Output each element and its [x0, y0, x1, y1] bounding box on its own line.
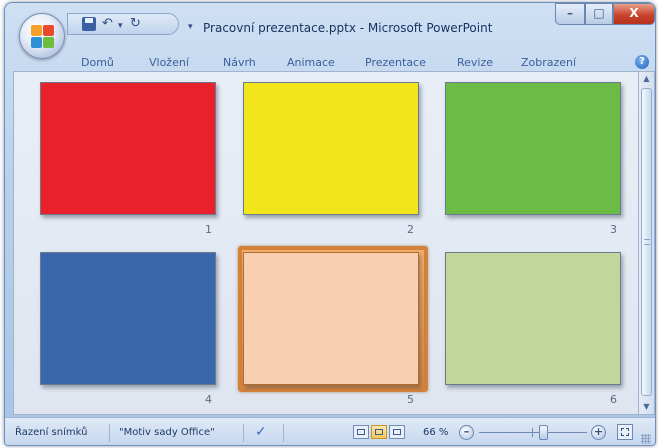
ribbon-tabs: Domů Vložení Návrh Animace Prezentace Re…	[5, 47, 655, 73]
redo-icon[interactable]: ↻	[130, 16, 141, 32]
slide-number-3: 3	[610, 223, 617, 236]
status-view-name: Řazení snímků	[15, 427, 88, 438]
vertical-scrollbar[interactable]: ▲ ▼	[639, 71, 655, 415]
minimize-icon: –	[567, 6, 573, 20]
zoom-slider-track[interactable]	[479, 432, 587, 433]
proofing-check-icon[interactable]: ✓	[255, 424, 267, 440]
zoom-slider-thumb[interactable]	[539, 425, 548, 440]
quick-access-toolbar: ↶ ▾ ↻ ▾	[67, 13, 193, 35]
scroll-up-icon[interactable]: ▲	[639, 72, 654, 86]
help-icon[interactable]: ?	[635, 55, 649, 69]
status-theme-name: "Motiv sady Office"	[119, 427, 215, 438]
maximize-icon: □	[593, 6, 605, 20]
slide-sorter: 1 2 3 4 5 6	[13, 71, 639, 415]
slide-number-1: 1	[205, 223, 212, 236]
undo-icon[interactable]: ↶	[102, 16, 113, 32]
tab-domu[interactable]: Domů	[81, 56, 114, 69]
tab-animace[interactable]: Animace	[287, 56, 335, 69]
close-icon: X	[629, 6, 639, 20]
scroll-down-icon[interactable]: ▼	[639, 400, 654, 414]
slide-number-4: 4	[205, 393, 212, 406]
minimize-button[interactable]: –	[555, 3, 585, 25]
normal-view-button[interactable]	[353, 425, 369, 439]
tab-prezentace[interactable]: Prezentace	[365, 56, 426, 69]
zoom-out-button[interactable]: –	[459, 425, 474, 440]
zoom-level[interactable]: 66 %	[423, 427, 448, 438]
slide-thumbnail-6[interactable]	[445, 252, 621, 385]
slide-thumbnail-1[interactable]	[40, 82, 216, 215]
slide-thumbnail-3[interactable]	[445, 82, 621, 215]
slide-thumbnail-2[interactable]	[243, 82, 419, 215]
tab-navrh[interactable]: Návrh	[223, 56, 256, 69]
title-bar: ↶ ▾ ↻ ▾ Pracovní prezentace.pptx - Micro…	[5, 3, 655, 59]
fit-to-window-icon[interactable]	[617, 424, 633, 440]
close-button[interactable]: X	[613, 3, 655, 25]
tab-zobrazeni[interactable]: Zobrazení	[521, 56, 576, 69]
slide-thumbnail-4[interactable]	[40, 252, 216, 385]
slideshow-view-button[interactable]	[389, 425, 405, 439]
window-title: Pracovní prezentace.pptx - Microsoft Pow…	[203, 21, 493, 35]
slide-sorter-view-button[interactable]	[371, 425, 387, 439]
tab-revize[interactable]: Revize	[457, 56, 493, 69]
maximize-button[interactable]: □	[585, 3, 613, 25]
status-bar: Řazení snímků "Motiv sady Office" ✓ 66 %…	[5, 417, 655, 445]
slide-number-2: 2	[407, 223, 414, 236]
undo-dropdown-icon[interactable]: ▾	[118, 18, 123, 34]
save-icon[interactable]	[82, 17, 96, 31]
office-button[interactable]	[19, 13, 65, 59]
tab-vlozeni[interactable]: Vložení	[149, 56, 189, 69]
office-logo-icon	[31, 25, 55, 49]
powerpoint-window: ↶ ▾ ↻ ▾ Pracovní prezentace.pptx - Micro…	[4, 2, 656, 446]
slide-number-5: 5	[407, 393, 414, 406]
zoom-in-button[interactable]: +	[591, 425, 606, 440]
resize-grip-icon[interactable]	[641, 434, 651, 444]
slide-number-6: 6	[610, 393, 617, 406]
scroll-thumb[interactable]	[641, 88, 652, 396]
slide-thumbnail-5[interactable]	[243, 252, 419, 385]
customize-qat-icon[interactable]: ▾	[188, 22, 193, 32]
